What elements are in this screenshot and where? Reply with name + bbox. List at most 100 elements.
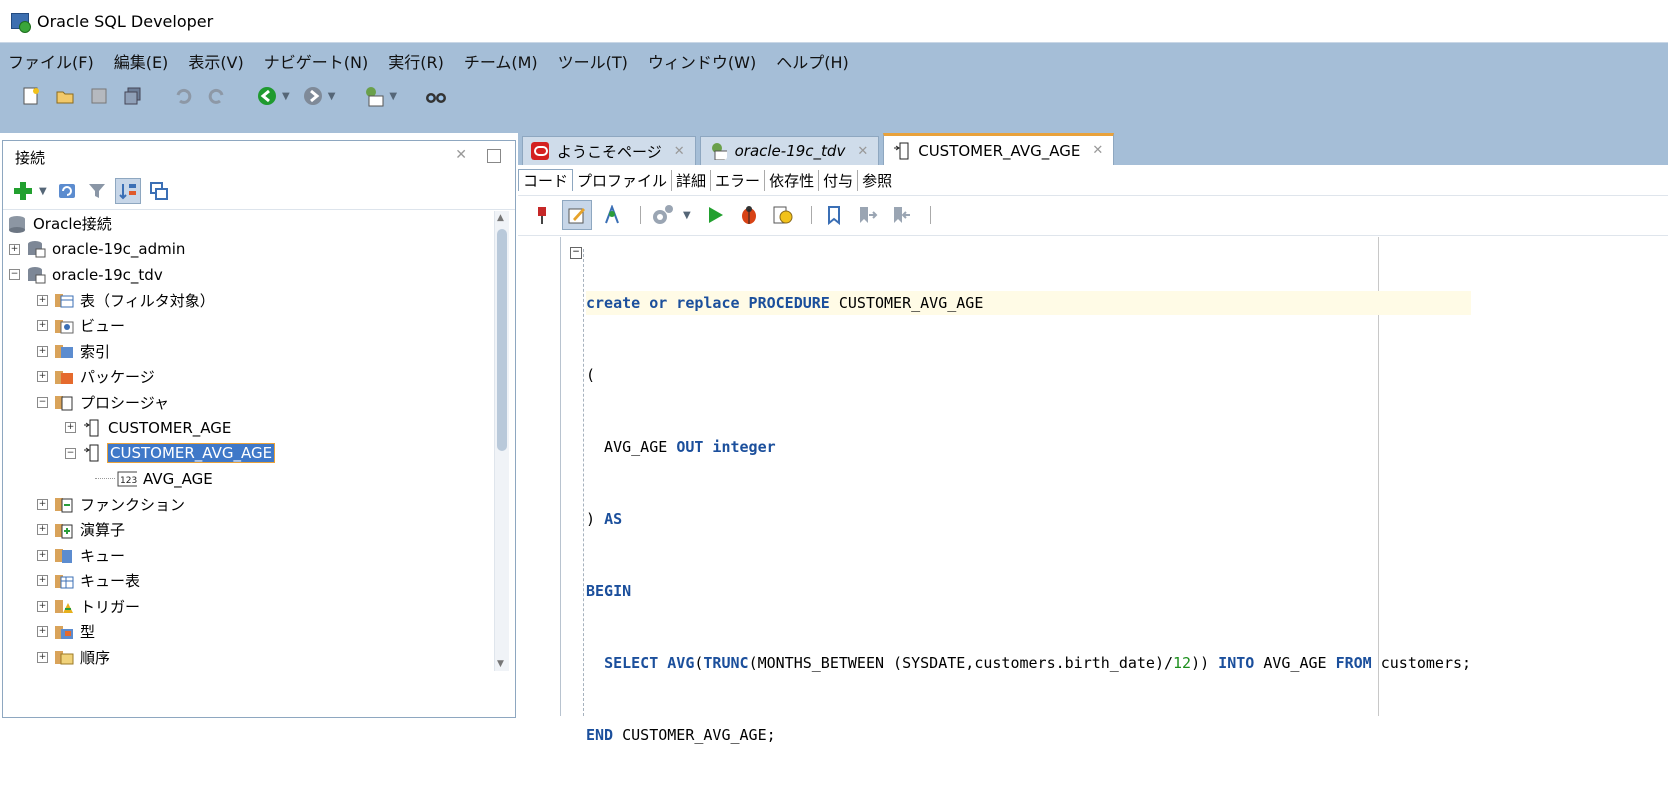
tree-node[interactable]: Oracle接続 — [3, 211, 493, 237]
scroll-up-icon[interactable]: ▲ — [497, 213, 504, 223]
pin-button[interactable] — [528, 201, 556, 229]
save-all-button[interactable] — [120, 83, 146, 109]
menu-file[interactable]: ファイル(F) — [8, 49, 94, 73]
code-editor[interactable]: − create or replace PROCEDURE CUSTOMER_A… — [518, 237, 1668, 744]
new-connection-button[interactable] — [11, 179, 35, 203]
subtab-errors[interactable]: エラー — [711, 169, 766, 191]
fold-collapse-icon[interactable]: − — [570, 247, 582, 259]
back-button[interactable] — [254, 83, 280, 109]
run-button[interactable] — [701, 201, 729, 229]
tree-node[interactable]: − プロシージャ — [3, 390, 493, 416]
tree-node[interactable]: + 索引 — [3, 339, 493, 365]
expand-icon[interactable]: + — [9, 243, 20, 255]
open-folder-icon — [56, 91, 74, 104]
tab-sql-worksheet[interactable]: oracle-19c_tdv ✕ — [699, 136, 880, 165]
collapse-icon[interactable]: − — [37, 396, 48, 408]
collapse-icon[interactable]: − — [65, 447, 76, 459]
tree-node-label: CUSTOMER_AVG_AGE — [106, 443, 276, 464]
tree-node[interactable]: + CUSTOMER_AGE — [3, 415, 493, 441]
tab-customer-avg-age[interactable]: CUSTOMER_AVG_AGE ✕ — [883, 133, 1115, 165]
collapse-icon[interactable]: − — [9, 269, 20, 281]
expand-icon[interactable]: + — [37, 345, 48, 357]
tree-node[interactable]: + キュー表 — [3, 568, 493, 594]
compile-options-button[interactable] — [649, 201, 677, 229]
subtab-grants[interactable]: 付与 — [819, 169, 859, 191]
tab-label: oracle-19c_tdv — [734, 142, 846, 160]
expand-icon[interactable]: + — [37, 575, 48, 587]
code-line: END CUSTOMER_AVG_AGE; — [586, 726, 776, 744]
expand-icon[interactable]: + — [37, 549, 48, 561]
compile-options-dropdown-icon[interactable]: ▼ — [683, 210, 691, 221]
forward-button[interactable] — [300, 83, 326, 109]
redo-button[interactable] — [204, 83, 230, 109]
tree-node[interactable]: + 型 — [3, 619, 493, 645]
compile-button[interactable] — [598, 201, 626, 229]
open-button[interactable] — [52, 83, 78, 109]
expand-icon[interactable]: + — [37, 320, 48, 332]
tree-node[interactable]: + 表（フィルタ対象） — [3, 288, 493, 314]
expand-icon[interactable]: + — [37, 626, 48, 638]
sql-worksheet-dropdown-icon[interactable]: ▼ — [389, 91, 397, 102]
forward-dropdown-icon[interactable]: ▼ — [328, 91, 336, 102]
subtab-dependencies[interactable]: 依存性 — [765, 169, 820, 191]
expand-icon[interactable]: + — [37, 371, 48, 383]
collapse-all-button[interactable] — [147, 179, 171, 203]
toggle-bookmark-button[interactable] — [820, 201, 848, 229]
tree-node[interactable]: + ビュー — [3, 313, 493, 339]
back-dropdown-icon[interactable]: ▼ — [282, 91, 290, 102]
minimize-panel-icon[interactable] — [487, 149, 501, 163]
tree-node[interactable]: + キュー — [3, 543, 493, 569]
menu-window[interactable]: ウィンドウ(W) — [648, 49, 756, 73]
new-file-button[interactable] — [18, 83, 44, 109]
tree-node[interactable]: + パッケージ — [3, 364, 493, 390]
tree-node-selected[interactable]: − CUSTOMER_AVG_AGE — [3, 441, 493, 467]
menu-team[interactable]: チーム(M) — [464, 49, 538, 73]
menu-help[interactable]: ヘルプ(H) — [776, 49, 849, 73]
subtab-profile[interactable]: プロファイル — [573, 169, 673, 191]
tree-node[interactable]: − oracle-19c_tdv — [3, 262, 493, 288]
tab-welcome-page[interactable]: ようこそページ ✕ — [522, 136, 696, 165]
subtab-code[interactable]: コード — [518, 169, 574, 191]
previous-bookmark-button[interactable] — [888, 201, 916, 229]
subtab-details[interactable]: 詳細 — [672, 169, 712, 191]
scroll-thumb[interactable] — [497, 229, 507, 451]
next-bookmark-button[interactable] — [854, 201, 882, 229]
expand-icon[interactable]: + — [37, 651, 48, 663]
menu-edit[interactable]: 編集(E) — [114, 49, 169, 73]
tree-node[interactable]: + 順序 — [3, 645, 493, 671]
expand-icon[interactable]: + — [37, 524, 48, 536]
close-tab-icon[interactable]: ✕ — [674, 144, 685, 159]
schema-browser-toggle[interactable] — [114, 178, 141, 204]
filter-button[interactable] — [85, 179, 109, 203]
close-tab-icon[interactable]: ✕ — [857, 144, 868, 159]
tree-node[interactable]: + ファンクション — [3, 492, 493, 518]
sql-worksheet-button[interactable] — [361, 83, 387, 109]
expand-icon[interactable]: + — [37, 294, 48, 306]
debug-button[interactable] — [735, 201, 763, 229]
code-content[interactable]: create or replace PROCEDURE CUSTOMER_AVG… — [586, 243, 1472, 795]
edit-button[interactable] — [562, 200, 592, 230]
menu-view[interactable]: 表示(V) — [188, 49, 243, 73]
tree-node[interactable]: 123 AVG_AGE — [3, 466, 493, 492]
tree-scrollbar[interactable]: ▲ ▼ — [494, 211, 509, 671]
new-connection-dropdown-icon[interactable]: ▼ — [39, 186, 47, 197]
profile-button[interactable] — [769, 201, 797, 229]
close-tab-icon[interactable]: ✕ — [1092, 143, 1103, 158]
scroll-down-icon[interactable]: ▼ — [497, 659, 504, 669]
menu-run[interactable]: 実行(R) — [388, 49, 444, 73]
save-button[interactable] — [86, 83, 112, 109]
close-panel-icon[interactable]: ✕ — [455, 147, 467, 163]
tree-node[interactable]: + トリガー — [3, 594, 493, 620]
menu-navigate[interactable]: ナビゲート(N) — [264, 49, 368, 73]
refresh-button[interactable] — [55, 179, 79, 203]
subtab-references[interactable]: 参照 — [858, 170, 896, 191]
expand-icon[interactable]: + — [37, 600, 48, 612]
save-icon — [91, 88, 107, 104]
undo-button[interactable] — [170, 83, 196, 109]
find-db-object-button[interactable] — [423, 83, 449, 109]
expand-icon[interactable]: + — [65, 422, 76, 434]
tree-node[interactable]: + 演算子 — [3, 517, 493, 543]
tree-node[interactable]: + oracle-19c_admin — [3, 237, 493, 263]
menu-tools[interactable]: ツール(T) — [558, 49, 628, 73]
expand-icon[interactable]: + — [37, 498, 48, 510]
